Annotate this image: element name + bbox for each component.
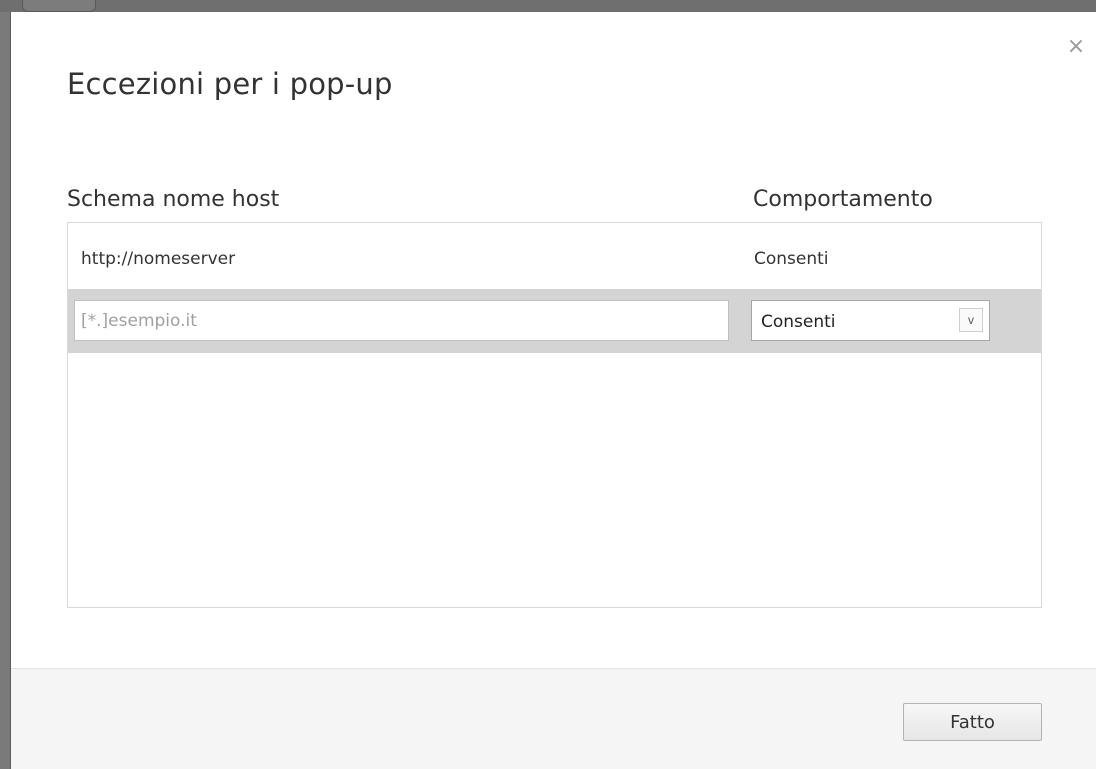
dialog-title: Eccezioni per i pop-up bbox=[67, 67, 393, 101]
exception-behavior: Consenti bbox=[754, 249, 829, 269]
exception-host: http://nomeserver bbox=[81, 249, 236, 269]
list-item[interactable]: http://nomeserver Consenti bbox=[68, 225, 1041, 289]
dialog-footer: Fatto bbox=[11, 668, 1096, 769]
done-button[interactable]: Fatto bbox=[903, 703, 1042, 741]
host-pattern-input[interactable] bbox=[74, 300, 729, 341]
new-exception-row: Consenti v bbox=[68, 289, 1041, 353]
background-window bbox=[0, 0, 1096, 12]
close-icon[interactable]: × bbox=[1063, 34, 1089, 60]
exceptions-list: http://nomeserver Consenti Consenti v bbox=[67, 222, 1042, 608]
column-header-host: Schema nome host bbox=[67, 187, 280, 212]
background-tab bbox=[22, 0, 96, 12]
behavior-select[interactable]: Consenti v bbox=[751, 300, 990, 341]
chevron-down-icon: v bbox=[959, 308, 983, 332]
popup-exceptions-dialog: × Eccezioni per i pop-up Schema nome hos… bbox=[10, 12, 1096, 769]
column-header-behavior: Comportamento bbox=[753, 187, 933, 212]
behavior-select-value: Consenti bbox=[761, 312, 836, 332]
